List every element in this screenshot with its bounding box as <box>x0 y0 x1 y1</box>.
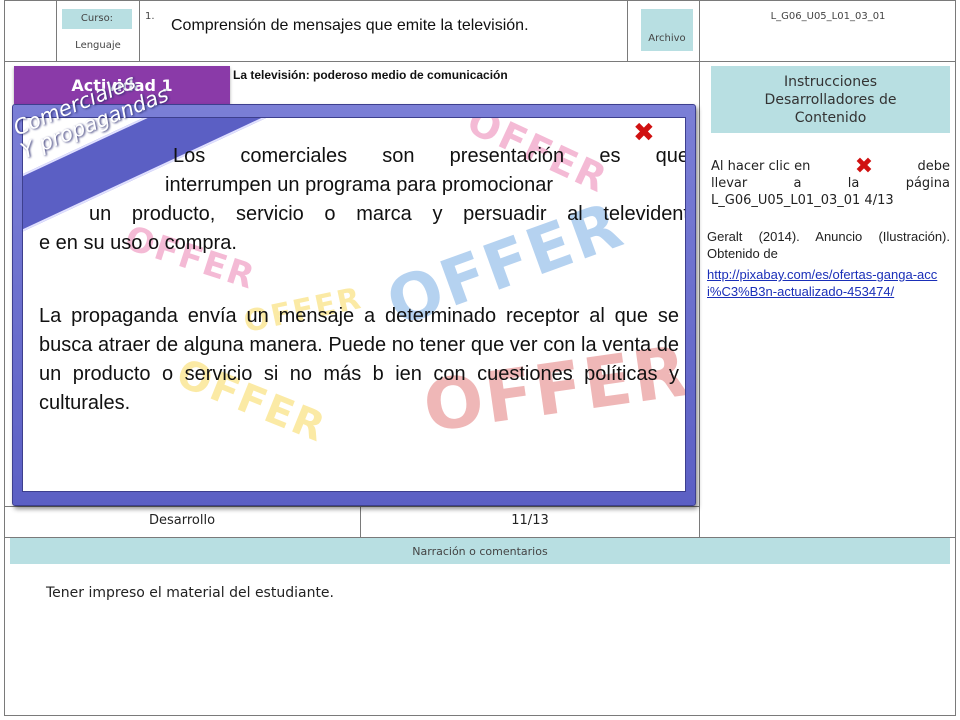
course-value: Lenguaje <box>75 40 121 51</box>
credit-link[interactable]: http://pixabay.com/es/ofertas-ganga-acci… <box>707 266 947 300</box>
paragraph-commercials-line3: un producto, servicio o marca y persuadi… <box>89 203 686 225</box>
paragraph-commercials-line2: interrumpen un programa para promocionar <box>165 174 553 196</box>
paragraph-commercials-line1: Los comerciales son presentación es que <box>173 145 686 167</box>
frame-top <box>4 0 956 1</box>
header-col-2 <box>139 0 140 61</box>
header-col-1 <box>56 0 57 61</box>
paragraph-commercials-line4: e en su uso o compra. <box>39 232 237 254</box>
file-label: Archivo <box>641 9 693 51</box>
instructions-title: Instrucciones Desarrolladores de Conteni… <box>711 66 950 133</box>
image-credit: Geralt (2014). Anuncio (Ilustración). Ob… <box>707 229 950 261</box>
course-label: Curso: <box>62 9 132 29</box>
page-title: Comprensión de mensajes que emite la tel… <box>171 17 529 34</box>
page-counter: 11/13 <box>511 513 549 528</box>
click-text-must: debe <box>917 159 950 174</box>
click-instruction: Al hacer clic en ✖ debe llevar a la pági… <box>711 154 950 209</box>
header-col-3 <box>627 0 628 61</box>
narration-text: Tener impreso el material del estudiante… <box>46 585 334 601</box>
footer-row-top <box>4 506 700 507</box>
activity-subtitle: La televisión: poderoso medio de comunic… <box>233 68 508 82</box>
section-label: Desarrollo <box>148 513 216 528</box>
narration-label: Narración o comentarios <box>10 538 950 564</box>
step-number: 1. <box>145 11 155 22</box>
frame-bottom <box>4 715 956 716</box>
header-col-4 <box>699 0 700 61</box>
click-text-after: llevar a la página L_G06_U05_L01_03_01 4… <box>711 176 950 208</box>
close-icon[interactable]: ✖ <box>633 118 655 148</box>
file-code: L_G06_U05_L01_03_01 <box>770 11 886 22</box>
frame-left <box>4 0 5 716</box>
frame-right <box>955 0 956 716</box>
popup-content: OFFER OFFER OFFER OFFER OFFER OFFER Los … <box>22 117 686 492</box>
click-text-before: Al hacer clic en <box>711 159 811 174</box>
side-column-divider <box>699 61 700 537</box>
paragraph-propaganda: La propaganda envía un mensaje a determi… <box>39 305 679 414</box>
close-icon: ✖ <box>854 154 874 179</box>
